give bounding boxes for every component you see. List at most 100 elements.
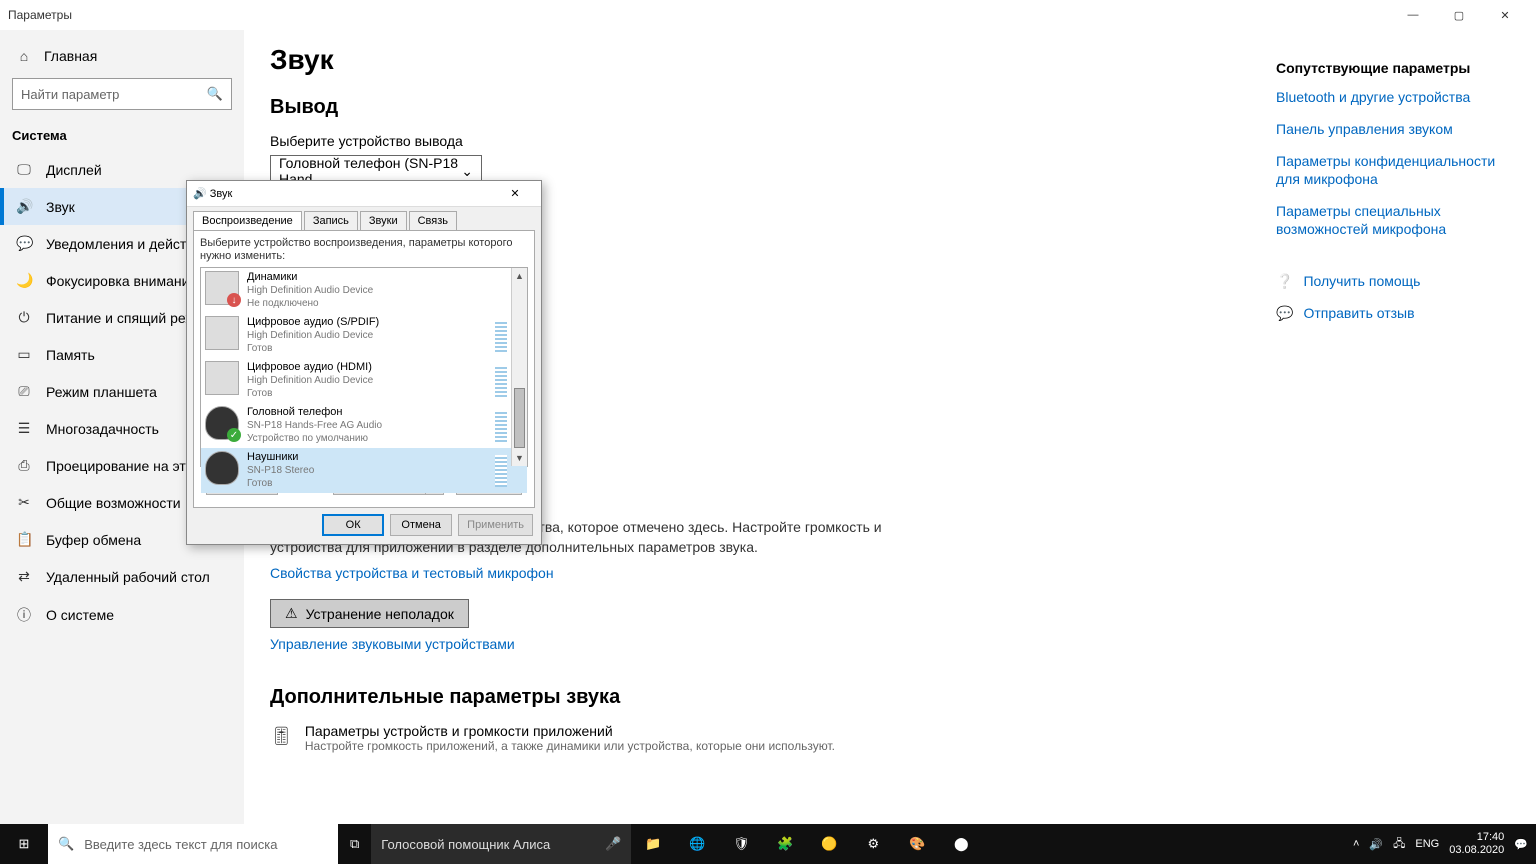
sidebar-item-icon: 🔊 bbox=[16, 198, 32, 215]
search-icon: 🔍 bbox=[58, 836, 74, 852]
sidebar-item-label: Звук bbox=[46, 199, 75, 215]
device-icon bbox=[205, 451, 239, 485]
related-link-3[interactable]: Параметры специальных возможностей микро… bbox=[1276, 202, 1516, 238]
device-name: Цифровое аудио (HDMI) bbox=[247, 361, 373, 374]
sidebar-item-icon: ✂ bbox=[16, 494, 32, 511]
tray-notifications-icon[interactable]: 💬 bbox=[1514, 838, 1528, 851]
tray-date: 03.08.2020 bbox=[1449, 844, 1504, 857]
device-name: Динамики bbox=[247, 271, 373, 284]
troubleshoot-button[interactable]: ⚠ Устранение неполадок bbox=[270, 599, 469, 628]
output-heading: Вывод bbox=[270, 96, 1230, 119]
taskbar-app-paint[interactable]: 🎨 bbox=[895, 824, 939, 864]
device-status: Готов bbox=[247, 342, 379, 355]
tray-clock[interactable]: 17:40 03.08.2020 bbox=[1449, 831, 1504, 857]
voice-assistant-bar[interactable]: Голосовой помощник Алиса 🎤 bbox=[371, 824, 631, 864]
taskbar-search[interactable]: 🔍 Введите здесь текст для поиска bbox=[48, 824, 338, 864]
device-icon bbox=[205, 361, 239, 395]
taskbar-app-settings[interactable]: ⚙ bbox=[851, 824, 895, 864]
warning-icon: ⚠ bbox=[285, 605, 298, 622]
related-link-0[interactable]: Bluetooth и другие устройства bbox=[1276, 88, 1516, 106]
sidebar-item-11[interactable]: ⇄Удаленный рабочий стол bbox=[0, 558, 244, 595]
get-help-label: Получить помощь bbox=[1303, 272, 1420, 290]
ok-button[interactable]: ОК bbox=[322, 514, 384, 536]
sidebar-item-icon: 🖵 bbox=[16, 161, 32, 178]
dialog-tab-3[interactable]: Связь bbox=[409, 211, 457, 230]
dialog-hint: Выберите устройство воспроизведения, пар… bbox=[200, 237, 528, 263]
help-icon: ❔ bbox=[1276, 272, 1293, 290]
sidebar-item-label: Режим планшета bbox=[46, 384, 157, 400]
task-view-button[interactable]: ⧉ bbox=[338, 824, 371, 864]
sidebar-item-icon: ⎚ bbox=[16, 383, 32, 400]
advanced-heading: Дополнительные параметры звука bbox=[270, 686, 1230, 709]
window-close-button[interactable]: ✕ bbox=[1482, 0, 1528, 30]
playback-device-2[interactable]: Цифровое аудио (HDMI)High Definition Aud… bbox=[201, 358, 527, 403]
device-name: Головной телефон bbox=[247, 406, 382, 419]
dialog-tab-1[interactable]: Запись bbox=[304, 211, 358, 230]
device-properties-link[interactable]: Свойства устройства и тестовый микрофон bbox=[270, 565, 554, 581]
device-name: Наушники bbox=[247, 451, 314, 464]
tray-expand-icon[interactable]: ˄ bbox=[1353, 838, 1359, 850]
tray-network-icon[interactable]: 🖧 bbox=[1393, 835, 1405, 854]
window-title: Параметры bbox=[8, 8, 72, 22]
right-rail: Сопутствующие параметры Bluetooth и друг… bbox=[1256, 30, 1536, 824]
search-input[interactable]: Найти параметр 🔍 bbox=[12, 78, 232, 110]
taskbar-app-generic1[interactable]: 🧩 bbox=[763, 824, 807, 864]
tray-volume-icon[interactable]: 🔊 bbox=[1369, 838, 1383, 851]
output-device-label: Выберите устройство вывода bbox=[270, 133, 1230, 149]
window-minimize-button[interactable]: — bbox=[1390, 0, 1436, 30]
related-settings-heading: Сопутствующие параметры bbox=[1276, 60, 1516, 76]
window-maximize-button[interactable]: ▢ bbox=[1436, 0, 1482, 30]
level-meter bbox=[495, 455, 507, 487]
feedback-icon: 💬 bbox=[1276, 304, 1293, 322]
apply-button[interactable]: Применить bbox=[458, 514, 533, 536]
sidebar-item-label: Дисплей bbox=[46, 162, 102, 178]
related-link-1[interactable]: Панель управления звуком bbox=[1276, 120, 1516, 138]
start-button[interactable]: ⊞ bbox=[0, 824, 48, 864]
device-icon: ↓ bbox=[205, 271, 239, 305]
playback-device-1[interactable]: Цифровое аудио (S/PDIF)High Definition A… bbox=[201, 313, 527, 358]
dialog-titlebar[interactable]: 🔊 Звук ✕ bbox=[187, 181, 541, 207]
dialog-tab-0[interactable]: Воспроизведение bbox=[193, 211, 302, 230]
playback-device-4[interactable]: НаушникиSN-P18 StereoГотов bbox=[201, 448, 527, 493]
taskbar-search-placeholder: Введите здесь текст для поиска bbox=[84, 837, 277, 852]
sidebar-item-label: Общие возможности bbox=[46, 495, 181, 511]
chevron-down-icon: ⌄ bbox=[461, 163, 473, 180]
app-volume-row[interactable]: 🎚 Параметры устройств и громкости прилож… bbox=[270, 723, 1230, 753]
get-help-link[interactable]: ❔ Получить помощь bbox=[1276, 272, 1516, 290]
manage-sound-devices-link[interactable]: Управление звуковыми устройствами bbox=[270, 636, 515, 652]
sidebar-home[interactable]: ⌂ Главная bbox=[0, 38, 244, 74]
scroll-down-button[interactable]: ▼ bbox=[512, 450, 527, 466]
playback-device-list[interactable]: ↓ Динамики High Definition Audio Device Не … bbox=[200, 267, 528, 467]
sidebar-item-label: Многозадачность bbox=[46, 421, 159, 437]
scroll-thumb[interactable] bbox=[514, 388, 525, 448]
scrollbar[interactable]: ▲ ▼ bbox=[511, 268, 527, 466]
sidebar-item-label: Фокусировка внимания bbox=[46, 273, 197, 289]
taskbar-app-chrome[interactable]: 🟡 bbox=[807, 824, 851, 864]
device-driver: High Definition Audio Device bbox=[247, 374, 373, 387]
dialog-close-button[interactable]: ✕ bbox=[495, 187, 535, 200]
dialog-title: Звук bbox=[210, 188, 233, 200]
search-placeholder: Найти параметр bbox=[21, 87, 207, 102]
device-status: Готов bbox=[247, 477, 314, 490]
taskbar-app-explorer[interactable]: 📁 bbox=[631, 824, 675, 864]
cancel-button[interactable]: Отмена bbox=[390, 514, 452, 536]
sidebar-item-12[interactable]: ⓘО системе bbox=[0, 595, 244, 635]
taskbar-app-generic2[interactable]: ⬤ bbox=[939, 824, 983, 864]
related-link-2[interactable]: Параметры конфиденциальности для микрофо… bbox=[1276, 152, 1516, 188]
sidebar-item-label: О системе bbox=[46, 607, 114, 623]
device-status: Не подключено bbox=[247, 297, 373, 310]
taskbar-app-shield[interactable]: 🛡 bbox=[719, 824, 763, 864]
device-status: Готов bbox=[247, 387, 373, 400]
dialog-tab-2[interactable]: Звуки bbox=[360, 211, 407, 230]
taskbar-app-edge[interactable]: 🌐 bbox=[675, 824, 719, 864]
playback-device-3[interactable]: ✓Головной телефонSN-P18 Hands-Free AG Au… bbox=[201, 403, 527, 448]
sidebar-item-icon: ⏻ bbox=[16, 309, 32, 326]
scroll-up-button[interactable]: ▲ bbox=[512, 268, 527, 284]
playback-device-0[interactable]: ↓ДинамикиHigh Definition Audio DeviceНе … bbox=[201, 268, 527, 313]
sound-dialog: 🔊 Звук ✕ ВоспроизведениеЗаписьЗвукиСвязь… bbox=[186, 180, 542, 545]
app-volume-title: Параметры устройств и громкости приложен… bbox=[305, 723, 835, 739]
voice-assistant-label: Голосовой помощник Алиса bbox=[381, 837, 550, 852]
tray-language[interactable]: ENG bbox=[1415, 838, 1439, 850]
device-driver: SN-P18 Stereo bbox=[247, 464, 314, 477]
send-feedback-link[interactable]: 💬 Отправить отзыв bbox=[1276, 304, 1516, 322]
